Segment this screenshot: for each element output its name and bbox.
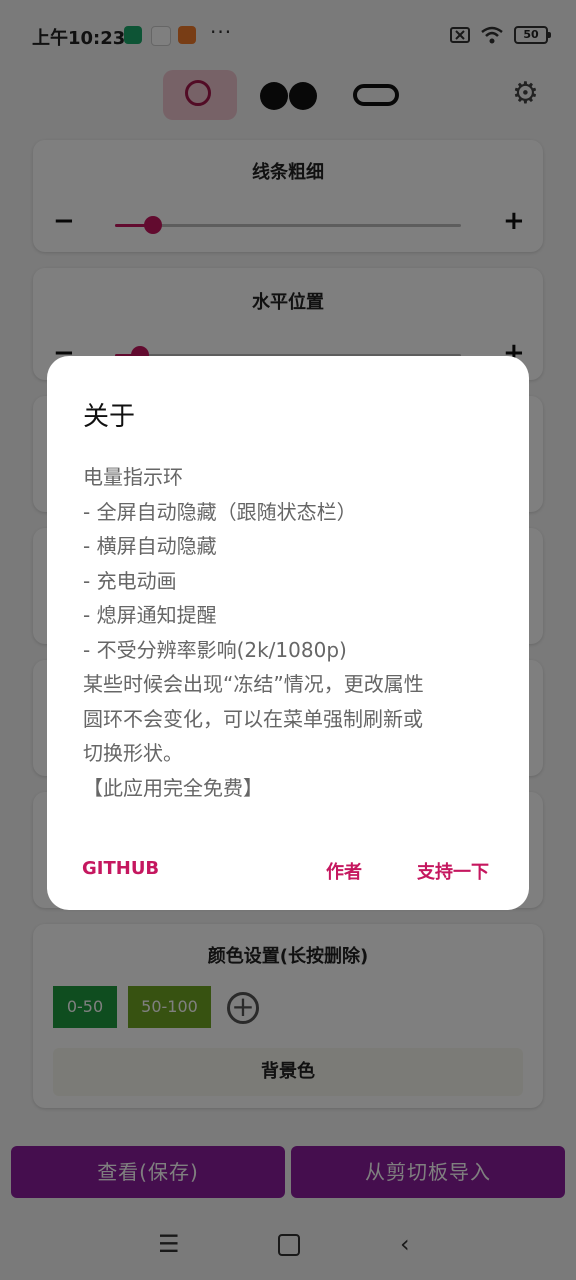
- dialog-body: 电量指示环 - 全屏自动隐藏（跟随状态栏） - 横屏自动隐藏 - 充电动画 - …: [83, 460, 503, 805]
- support-button[interactable]: 支持一下: [417, 858, 489, 884]
- dialog-line: 圆环不会变化，可以在菜单强制刷新或: [83, 706, 423, 731]
- about-dialog: 关于 电量指示环 - 全屏自动隐藏（跟随状态栏） - 横屏自动隐藏 - 充电动画…: [47, 356, 529, 910]
- dialog-line: 电量指示环: [83, 465, 183, 489]
- dialog-line: 某些时候会出现“冻结”情况，更改属性: [83, 672, 424, 696]
- dialog-line: - 充电动画: [83, 568, 177, 593]
- dialog-line: - 不受分辨率影响(2k/1080p): [83, 637, 347, 662]
- dialog-line: - 全屏自动隐藏（跟随状态栏）: [83, 499, 357, 524]
- dialog-line: 【此应用完全免费】: [83, 775, 263, 800]
- dialog-line: - 熄屏通知提醒: [83, 603, 217, 627]
- author-button[interactable]: 作者: [326, 858, 362, 884]
- dialog-line: 切换形状。: [83, 741, 183, 765]
- dialog-title: 关于: [83, 402, 136, 432]
- github-button[interactable]: GITHUB: [82, 858, 159, 879]
- dialog-line: - 横屏自动隐藏: [83, 534, 217, 558]
